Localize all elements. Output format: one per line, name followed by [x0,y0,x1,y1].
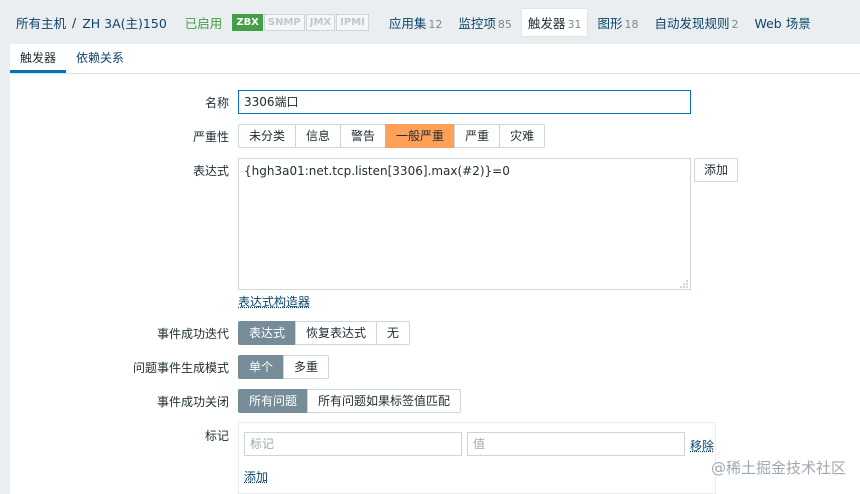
severity-disaster[interactable]: 灾难 [499,124,546,148]
expression-builder-link[interactable]: 表达式构造器 [238,293,310,310]
watermark: @稀土掘金技术社区 [710,459,846,477]
nav-items-label: 监控项 [458,15,496,31]
tags-label: 标记 [204,429,229,443]
nav-web-scenarios[interactable]: Web 场景 [747,8,817,37]
nav-graphs[interactable]: 图形 18 [590,8,645,37]
all-hosts-link[interactable]: 所有主机 [16,13,66,32]
nav-discovery-rules-count: 2 [731,17,739,31]
expression-value: {hgh3a01:net.tcp.listen[3306].max(#2)}=0 [244,164,510,178]
jmx-badge: JMX [305,13,336,31]
nav-web-scenarios-label: Web 场景 [754,15,811,31]
nav-triggers[interactable]: 触发器 31 [520,7,589,37]
tab-trigger[interactable]: 触发器 [10,44,67,73]
nav-triggers-count: 31 [567,17,582,31]
nav-graphs-count: 18 [624,17,639,31]
ok-event-recovery-expression[interactable]: 恢复表达式 [295,321,378,345]
problem-mode-single[interactable]: 单个 [238,355,285,379]
severity-label: 严重性 [192,130,229,144]
form-tabs: 触发器 依赖关系 [10,44,860,74]
nav-discovery-rules[interactable]: 自动发现规则 2 [647,8,745,37]
add-tag-link[interactable]: 添加 [244,468,268,485]
problem-mode-multiple[interactable]: 多重 [283,355,330,379]
nav-graphs-label: 图形 [597,15,623,31]
severity-warning[interactable]: 警告 [340,124,387,148]
expression-textarea[interactable]: {hgh3a01:net.tcp.listen[3306].max(#2)}=0 [238,158,691,290]
problem-mode-selector: 单个 多重 [238,355,330,379]
tab-dependencies[interactable]: 依赖关系 [66,44,134,73]
host-status-enabled[interactable]: 已启用 [185,13,223,32]
name-label: 名称 [204,96,229,110]
tag-value-input[interactable]: 值 [467,432,685,456]
severity-not-classified[interactable]: 未分类 [238,124,297,148]
severity-selector: 未分类 信息 警告 一般严重 严重 灾难 [238,124,546,148]
ok-close-selector: 所有问题 所有问题如果标签值匹配 [238,389,462,413]
severity-high[interactable]: 严重 [454,124,501,148]
host-link[interactable]: ZH 3A(主)150 [82,13,167,32]
host-navigation: 所有主机 / ZH 3A(主)150 已启用 ZBX SNMP JMX IPMI… [0,0,860,44]
nav-triggers-label: 触发器 [527,15,566,31]
trigger-form: 名称 3306端口 严重性 未分类 信息 警告 一般严重 严重 灾难 表达式 {… [10,74,860,494]
availability-badges: ZBX SNMP JMX IPMI [232,13,370,31]
zbx-badge: ZBX [232,13,263,31]
ok-close-all-problems[interactable]: 所有问题 [238,389,309,413]
nav-applications-count: 12 [428,17,443,31]
ok-event-selector: 表达式 恢复表达式 无 [238,321,411,345]
breadcrumb-separator: / [72,14,77,30]
problem-mode-label: 问题事件生成模式 [132,361,229,375]
name-input[interactable]: 3306端口 [238,90,691,114]
resize-grip-icon[interactable] [680,280,688,288]
ok-event-label: 事件成功迭代 [156,327,229,341]
nav-applications[interactable]: 应用集 12 [382,8,450,37]
snmp-badge: SNMP [263,13,305,31]
nav-items-count: 85 [497,17,512,31]
nav-items[interactable]: 监控项 85 [451,8,519,37]
ok-event-none[interactable]: 无 [376,321,411,345]
nav-discovery-rules-label: 自动发现规则 [654,15,730,31]
add-expression-button[interactable]: 添加 [694,158,739,182]
severity-average[interactable]: 一般严重 [385,124,456,148]
ipmi-badge: IPMI [336,13,369,31]
ok-close-label: 事件成功关闭 [156,395,229,409]
severity-information[interactable]: 信息 [295,124,342,148]
nav-applications-label: 应用集 [388,15,427,31]
expression-label: 表达式 [192,164,229,178]
ok-close-tag-match[interactable]: 所有问题如果标签值匹配 [307,389,462,413]
ok-event-expression[interactable]: 表达式 [238,321,297,345]
tag-name-input[interactable]: 标记 [244,432,462,456]
remove-tag-link[interactable]: 移除 [690,437,714,454]
